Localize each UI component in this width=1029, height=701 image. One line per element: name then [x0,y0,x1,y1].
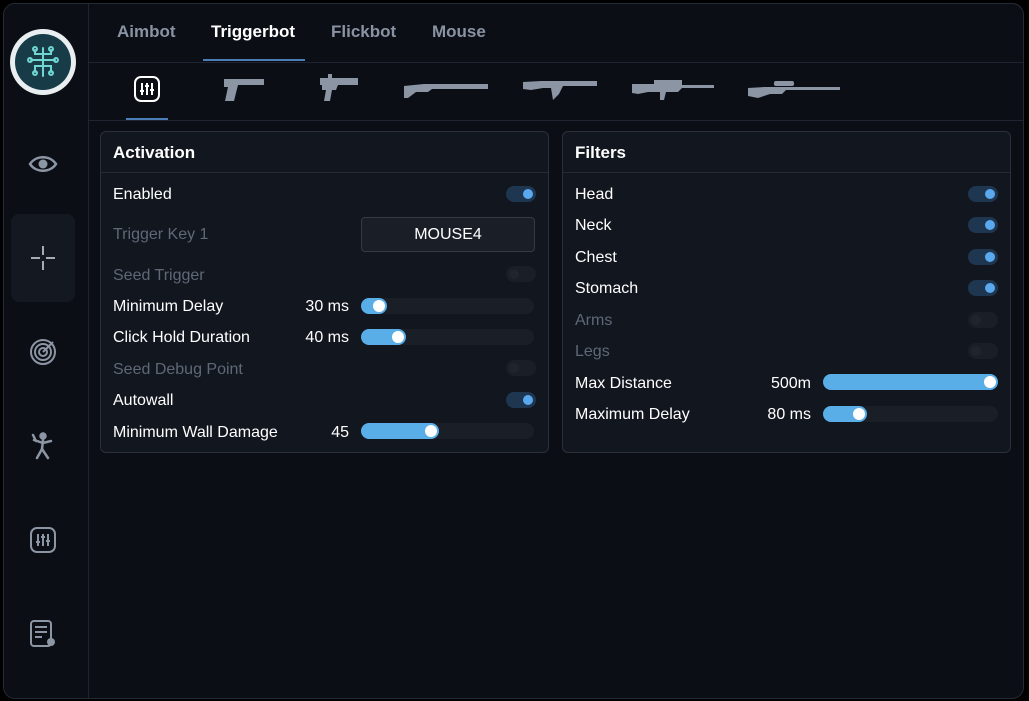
activation-title: Activation [113,143,196,162]
head-toggle[interactable] [968,186,998,202]
seed-trigger-toggle[interactable] [506,266,536,282]
script-icon [30,620,55,647]
arms-toggle[interactable] [968,312,998,328]
min-wall-damage-value: 45 [331,424,349,441]
eye-icon [28,156,58,172]
brain-circuit-logo [10,29,76,95]
sniper-icon [748,81,840,98]
app-window: Aimbot Triggerbot Flickbot Mouse Activat… [3,3,1024,699]
legs-toggle[interactable] [968,343,998,359]
trigger-key-label: Trigger Key 1 [113,226,209,243]
radar-icon [30,339,56,365]
max-delay-label: Maximum Delay [575,406,690,423]
autowall-label: Autowall [113,392,174,409]
active-tab-indicator [203,59,305,61]
min-wall-damage-slider[interactable] [361,423,534,439]
trigger-key-button[interactable]: MOUSE4 [361,217,535,252]
weapon-tab-sniper[interactable] [745,71,843,107]
tab-triggerbot[interactable]: Triggerbot [211,22,295,42]
chest-label: Chest [575,249,617,266]
sidebar-item-settings[interactable] [11,496,75,584]
shotgun-icon [404,84,488,98]
seed-debug-toggle[interactable] [506,360,536,376]
sidebar-item-scripts[interactable] [11,590,75,678]
arms-label: Arms [575,312,613,329]
sidebar-item-visuals[interactable] [11,120,75,208]
enabled-label: Enabled [113,186,172,203]
max-distance-slider[interactable] [823,374,998,390]
stick-figure-icon [31,432,53,460]
sidebar-item-radar[interactable] [11,308,75,396]
weapon-tab-smg[interactable] [317,71,361,107]
max-distance-value: 500m [770,375,811,392]
weapon-tab-general[interactable] [131,71,163,107]
click-hold-label: Click Hold Duration [113,329,250,346]
max-delay-value: 80 ms [767,406,811,423]
sidebar [4,4,89,698]
neck-toggle[interactable] [968,217,998,233]
min-delay-value: 30 ms [305,298,349,315]
tab-mouse[interactable]: Mouse [432,22,486,42]
smg-icon [320,74,358,101]
activation-panel: Activation Enabled Trigger Key 1 MOUSE4 … [100,131,549,453]
click-hold-value: 40 ms [305,329,349,346]
seed-trigger-label: Seed Trigger [113,267,205,284]
weapon-tab-shotgun[interactable] [401,71,491,107]
active-weapon-indicator [126,118,168,120]
divider [563,172,1010,173]
weapon-tab-pistol[interactable] [219,71,267,107]
filters-title: Filters [575,143,627,162]
max-distance-label: Max Distance [575,375,672,392]
head-label: Head [575,186,614,203]
autowall-toggle[interactable] [506,392,536,408]
top-tab-bar: Aimbot Triggerbot Flickbot Mouse [89,4,1023,63]
filters-panel: Filters Head Neck Chest Stomach Arms Leg… [562,131,1011,453]
divider [101,172,548,173]
rifle-icon [523,81,597,100]
crosshair-icon [31,246,55,270]
tab-flickbot[interactable]: Flickbot [331,22,396,42]
min-wall-damage-label: Minimum Wall Damage [113,424,278,441]
weapon-tab-rifle[interactable] [521,71,599,107]
weapon-tab-machine-gun[interactable] [629,71,717,107]
sidebar-item-aim[interactable] [11,214,75,302]
max-delay-slider[interactable] [823,406,998,422]
sidebar-item-player[interactable] [11,402,75,490]
chest-toggle[interactable] [968,249,998,265]
min-delay-label: Minimum Delay [113,298,224,315]
seed-debug-label: Seed Debug Point [113,361,243,378]
tab-aimbot[interactable]: Aimbot [117,22,176,42]
weapon-category-bar [89,63,1023,121]
stomach-label: Stomach [575,280,639,297]
sliders-icon [30,527,56,553]
sliders-icon [134,76,160,102]
click-hold-slider[interactable] [361,329,534,345]
machine-gun-icon [632,80,714,100]
enabled-toggle[interactable] [506,186,536,202]
pistol-icon [224,79,264,101]
stomach-toggle[interactable] [968,280,998,296]
neck-label: Neck [575,217,612,234]
min-delay-slider[interactable] [361,298,534,314]
legs-label: Legs [575,343,610,360]
